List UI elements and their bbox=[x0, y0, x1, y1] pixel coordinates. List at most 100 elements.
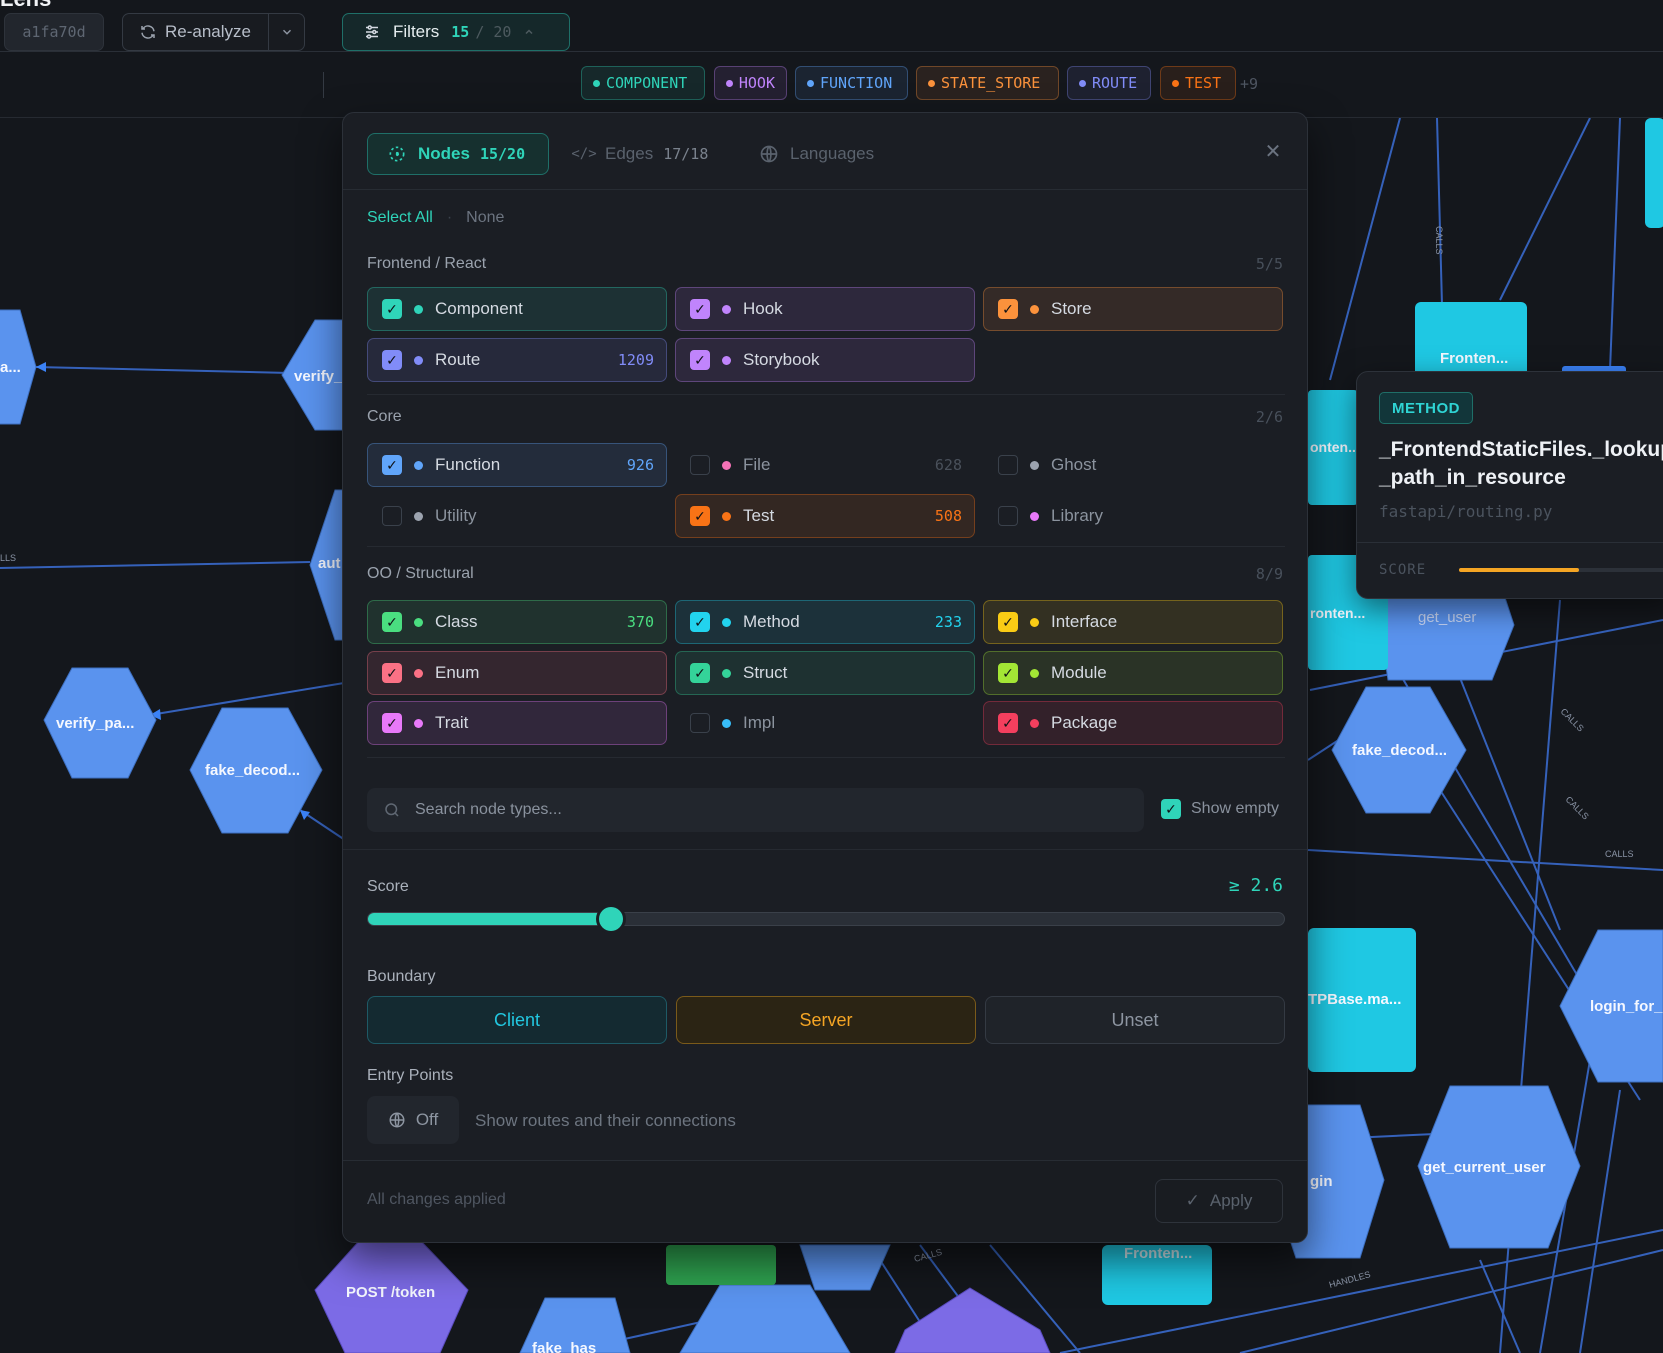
type-color-dot bbox=[414, 668, 423, 678]
tab-nodes[interactable]: Nodes 15/20 bbox=[367, 133, 549, 175]
checkbox-empty-icon[interactable] bbox=[382, 506, 402, 526]
checkbox-empty-icon[interactable] bbox=[998, 506, 1018, 526]
option-interface[interactable]: ✓ Interface bbox=[983, 600, 1283, 644]
checkbox-checked-icon[interactable]: ✓ bbox=[998, 663, 1018, 683]
graph-node-label: POST /token bbox=[346, 1284, 435, 1301]
option-ghost[interactable]: Ghost bbox=[983, 443, 1283, 487]
search-node-types-input[interactable]: Search node types... bbox=[367, 788, 1144, 832]
type-color-dot bbox=[1030, 617, 1039, 627]
checkbox-checked-icon[interactable]: ✓ bbox=[690, 299, 710, 319]
node-kind-badge: METHOD bbox=[1379, 392, 1473, 424]
graph-node-label: fake_decod... bbox=[205, 762, 300, 779]
filter-chip[interactable]: STATE_STORE bbox=[916, 66, 1059, 100]
chip-label: TEST bbox=[1185, 74, 1222, 92]
commit-hash-chip[interactable]: a1fa70d bbox=[4, 13, 104, 51]
checkbox-empty-icon[interactable] bbox=[690, 713, 710, 733]
boundary-client-button[interactable]: Client bbox=[367, 996, 667, 1044]
option-test[interactable]: ✓ Test 508 bbox=[675, 494, 975, 538]
filter-chip[interactable]: ROUTE bbox=[1067, 66, 1151, 100]
checkbox-checked-icon[interactable]: ✓ bbox=[690, 350, 710, 370]
section-label: Core bbox=[367, 408, 402, 425]
filter-chip[interactable]: COMPONENT bbox=[581, 66, 705, 100]
graph-node-label: fake_decod... bbox=[1352, 742, 1447, 759]
option-enum[interactable]: ✓ Enum bbox=[367, 651, 667, 695]
checkbox-checked-icon[interactable]: ✓ bbox=[382, 350, 402, 370]
edge-label: HANDLES bbox=[1328, 1269, 1372, 1290]
tab-edges-label: Edges bbox=[605, 144, 654, 163]
type-color-dot bbox=[414, 460, 423, 470]
option-storybook[interactable]: ✓ Storybook bbox=[675, 338, 975, 382]
checkbox-checked-icon[interactable]: ✓ bbox=[382, 713, 402, 733]
close-icon[interactable]: ✕ bbox=[1261, 139, 1285, 163]
option-label: Route bbox=[435, 350, 481, 369]
option-component[interactable]: ✓ Component bbox=[367, 287, 667, 331]
reanalyze-button[interactable]: Re-analyze bbox=[122, 13, 305, 51]
globe-icon bbox=[758, 143, 780, 165]
tab-nodes-count: 15/20 bbox=[479, 145, 526, 163]
option-struct[interactable]: ✓ Struct bbox=[675, 651, 975, 695]
option-method[interactable]: ✓ Method 233 bbox=[675, 600, 975, 644]
option-count: 370 bbox=[626, 613, 654, 631]
option-route[interactable]: ✓ Route 1209 bbox=[367, 338, 667, 382]
show-empty-toggle[interactable]: ✓ Show empty bbox=[1161, 799, 1279, 819]
score-slider[interactable] bbox=[367, 907, 1285, 931]
chip-label: ROUTE bbox=[1092, 74, 1138, 92]
option-function[interactable]: ✓ Function 926 bbox=[367, 443, 667, 487]
option-package[interactable]: ✓ Package bbox=[983, 701, 1283, 745]
option-store[interactable]: ✓ Store bbox=[983, 287, 1283, 331]
option-file[interactable]: File 628 bbox=[675, 443, 975, 487]
chevron-down-icon[interactable] bbox=[268, 14, 304, 50]
chip-dot bbox=[1079, 79, 1086, 87]
filter-panel: Nodes 15/20 </> Edges 17/18 Languages ✕ … bbox=[342, 112, 1308, 1243]
filter-chip[interactable]: TEST bbox=[1160, 66, 1236, 100]
node-file-path: fastapi/routing.py bbox=[1379, 502, 1553, 521]
select-none-link[interactable]: None bbox=[466, 209, 504, 227]
option-label: Library bbox=[1051, 506, 1103, 525]
option-utility[interactable]: Utility bbox=[367, 494, 667, 538]
boundary-unset-button[interactable]: Unset bbox=[985, 996, 1285, 1044]
boundary-server-button[interactable]: Server bbox=[676, 996, 976, 1044]
filter-chip[interactable]: HOOK bbox=[714, 66, 787, 100]
edge-label: CALLS bbox=[1434, 226, 1444, 255]
tab-edges[interactable]: </> Edges 17/18 bbox=[571, 133, 708, 175]
checkbox-checked-icon[interactable]: ✓ bbox=[382, 663, 402, 683]
edge-label: CALLS bbox=[1564, 794, 1591, 821]
checkbox-empty-icon[interactable] bbox=[690, 455, 710, 475]
option-trait[interactable]: ✓ Trait bbox=[367, 701, 667, 745]
apply-button[interactable]: ✓ Apply bbox=[1155, 1179, 1283, 1223]
checkbox-checked-icon[interactable]: ✓ bbox=[998, 612, 1018, 632]
option-count: 508 bbox=[934, 507, 962, 525]
type-color-dot bbox=[722, 460, 731, 470]
option-hook[interactable]: ✓ Hook bbox=[675, 287, 975, 331]
checkbox-empty-icon[interactable] bbox=[998, 455, 1018, 475]
checkbox-checked-icon[interactable]: ✓ bbox=[382, 455, 402, 475]
select-all-link[interactable]: Select All bbox=[367, 209, 433, 227]
tab-languages[interactable]: Languages bbox=[758, 133, 874, 175]
filter-chip[interactable]: FUNCTION bbox=[795, 66, 908, 100]
option-module[interactable]: ✓ Module bbox=[983, 651, 1283, 695]
option-label: Utility bbox=[435, 506, 477, 525]
chip-dot bbox=[593, 79, 600, 87]
checkbox-checked-icon[interactable]: ✓ bbox=[690, 663, 710, 683]
option-impl[interactable]: Impl bbox=[675, 701, 975, 745]
checkbox-checked-icon[interactable]: ✓ bbox=[382, 612, 402, 632]
checkbox-checked-icon[interactable]: ✓ bbox=[998, 299, 1018, 319]
option-label: Test bbox=[743, 506, 775, 525]
checkbox-checked-icon[interactable]: ✓ bbox=[690, 506, 710, 526]
more-chips-count[interactable]: +9 bbox=[1240, 75, 1258, 93]
checkbox-checked-icon[interactable]: ✓ bbox=[382, 299, 402, 319]
toolbar-divider bbox=[323, 72, 324, 98]
score-bar bbox=[1459, 568, 1663, 572]
footer-status: All changes applied bbox=[367, 1191, 506, 1208]
node-detail-card[interactable]: METHOD _FrontendStaticFiles._lookup_path… bbox=[1356, 371, 1663, 599]
type-color-dot bbox=[722, 304, 731, 314]
show-empty-label: Show empty bbox=[1191, 800, 1280, 817]
checkbox-checked-icon[interactable]: ✓ bbox=[998, 713, 1018, 733]
filters-button[interactable]: Filters 15 / 20 bbox=[342, 13, 570, 51]
entry-points-toggle[interactable]: Off bbox=[367, 1096, 459, 1144]
score-slider-thumb[interactable] bbox=[598, 907, 623, 931]
checkbox-checked-icon[interactable]: ✓ bbox=[690, 612, 710, 632]
option-count: 233 bbox=[934, 613, 962, 631]
option-library[interactable]: Library bbox=[983, 494, 1283, 538]
option-class[interactable]: ✓ Class 370 bbox=[367, 600, 667, 644]
